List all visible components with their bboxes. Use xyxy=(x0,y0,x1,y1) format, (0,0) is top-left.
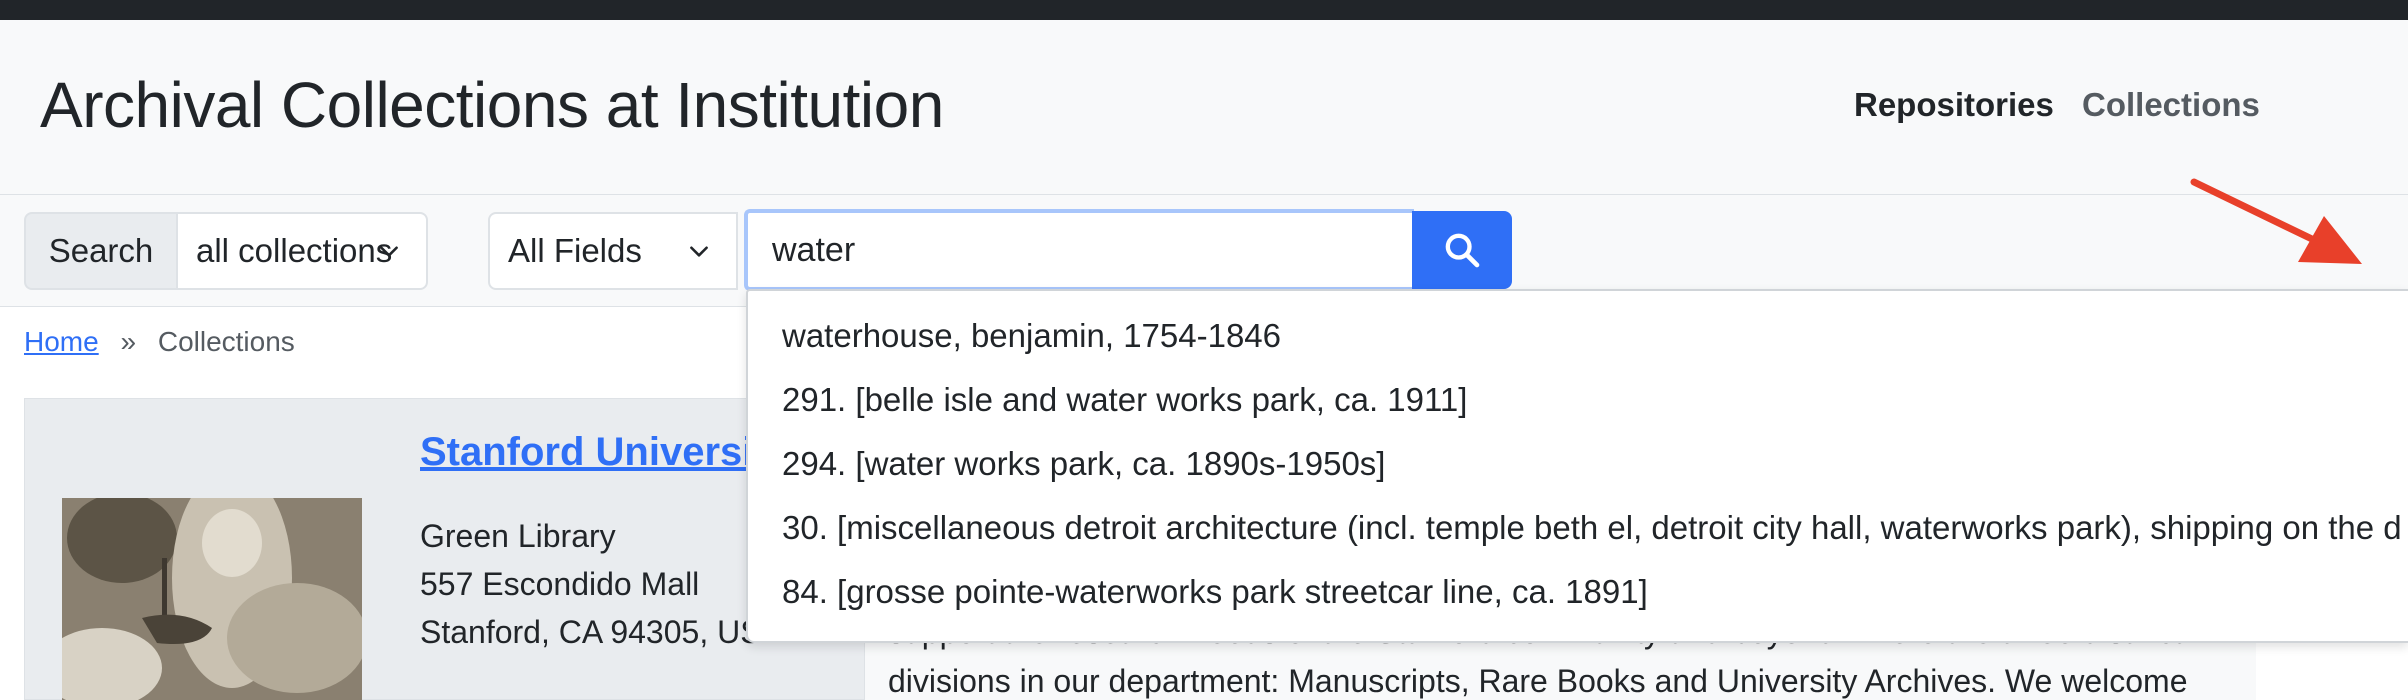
breadcrumb-current: Collections xyxy=(157,326,295,357)
scope-select[interactable]: all collections xyxy=(176,212,428,290)
chevron-down-icon xyxy=(380,246,398,257)
address-line: Stanford, CA 94305, USA xyxy=(420,614,783,650)
autocomplete-dropdown: waterhouse, benjamin, 1754-1846 291. [be… xyxy=(746,289,2408,643)
repository-title-link[interactable]: Stanford Universit xyxy=(420,430,767,475)
autocomplete-item[interactable]: 30. [miscellaneous detroit architecture … xyxy=(782,509,2402,547)
nav-repositories[interactable]: Repositories xyxy=(1854,86,2054,124)
site-title[interactable]: Archival Collections at Institution xyxy=(40,68,944,142)
chevron-down-icon xyxy=(690,246,708,257)
breadcrumb: Home » Collections xyxy=(24,326,295,358)
engraving-figure xyxy=(62,498,362,700)
search-input[interactable]: water xyxy=(744,209,1414,291)
field-select-value: All Fields xyxy=(508,232,642,269)
search-label: Search xyxy=(24,212,176,290)
autocomplete-item[interactable]: 294. [water works park, ca. 1890s-1950s] xyxy=(782,445,1385,483)
field-select[interactable]: All Fields xyxy=(488,212,738,290)
search-input-value: water xyxy=(772,230,856,269)
annotation-arrow-icon xyxy=(2190,178,2362,264)
description-line: divisions in our department: Manuscripts… xyxy=(888,663,2188,699)
search-icon xyxy=(1445,233,1480,268)
address-line: 557 Escondido Mall xyxy=(420,566,700,602)
breadcrumb-home-link[interactable]: Home xyxy=(24,326,99,357)
search-button[interactable] xyxy=(1412,211,1512,289)
breadcrumb-separator: » xyxy=(120,326,137,357)
autocomplete-item[interactable]: waterhouse, benjamin, 1754-1846 xyxy=(782,317,1281,355)
autocomplete-item[interactable]: 84. [grosse pointe-waterworks park stree… xyxy=(782,573,1648,611)
nav-collections[interactable]: Collections xyxy=(2082,86,2260,124)
repository-image[interactable] xyxy=(62,498,362,700)
address-line: Green Library xyxy=(420,518,616,554)
top-bar xyxy=(0,0,2408,20)
scope-select-value: all collections xyxy=(196,232,393,269)
autocomplete-item[interactable]: 291. [belle isle and water works park, c… xyxy=(782,381,1467,419)
site-header: Archival Collections at Institution Repo… xyxy=(0,20,2408,195)
